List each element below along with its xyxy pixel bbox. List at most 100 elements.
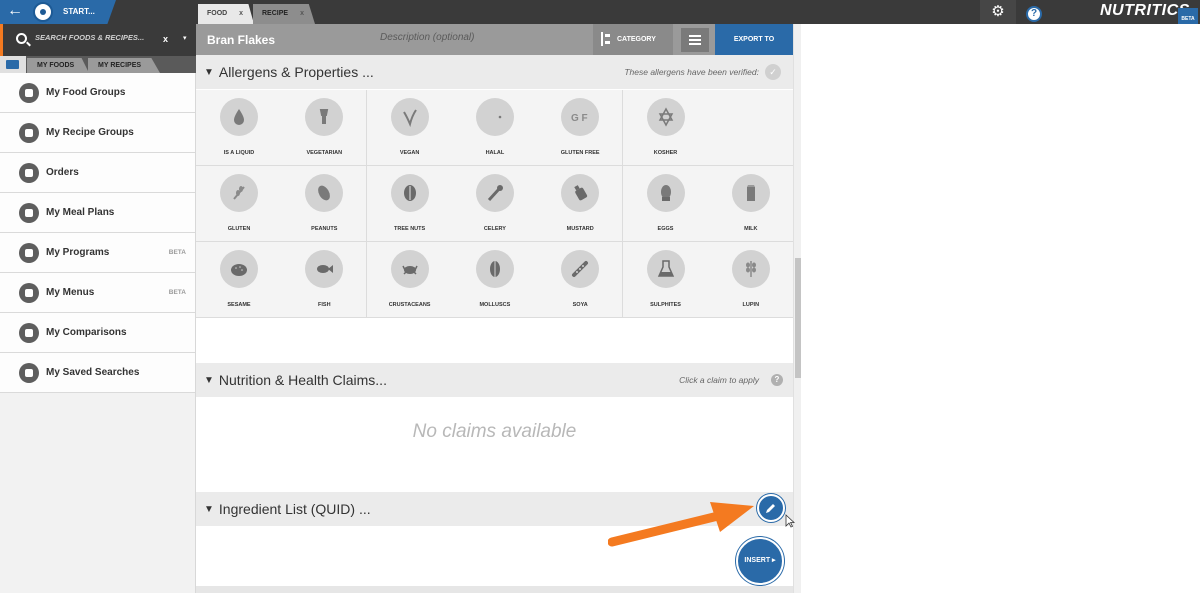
export-button[interactable]: EXPORT TO bbox=[715, 24, 793, 55]
edit-ingredients-button[interactable] bbox=[757, 494, 785, 522]
sidebar-item-my-food-groups[interactable]: My Food Groups bbox=[0, 73, 195, 113]
allergen-label: VEGAN bbox=[399, 150, 420, 156]
allergen-cell-fish[interactable]: FISH bbox=[281, 242, 368, 318]
start-label: START... bbox=[63, 7, 95, 16]
allergen-cell-peanuts[interactable]: PEANUTS bbox=[281, 166, 368, 242]
sidebar-item-my-meal-plans[interactable]: My Meal Plans bbox=[0, 193, 195, 233]
allergen-cell-gluten[interactable]: GLUTEN bbox=[196, 166, 282, 242]
settings-button[interactable]: ⚙ bbox=[980, 0, 1016, 24]
allergen-cell-lupin[interactable]: LUPIN bbox=[707, 242, 793, 318]
help-icon[interactable]: ? bbox=[771, 374, 783, 386]
arrow-left-icon: ← bbox=[7, 2, 23, 19]
sidebar-nav: My Food Groups My Recipe Groups Orders M… bbox=[0, 73, 195, 393]
allergen-cell-vegetarian[interactable]: VEGETARIAN bbox=[281, 90, 368, 166]
top-bar: ← START... FOOD x RECIPE x ⚙ ? NUTRITICS… bbox=[0, 0, 1200, 24]
main-scrollbar[interactable] bbox=[793, 24, 801, 593]
back-button[interactable]: ← bbox=[0, 0, 30, 24]
allergen-cell-kosher[interactable]: KOSHER bbox=[622, 90, 709, 166]
allergen-cell-sesame[interactable]: SESAME bbox=[196, 242, 282, 318]
category-label: CATEGORY bbox=[617, 36, 656, 43]
cutlery-icon bbox=[19, 283, 39, 303]
wheat-icon bbox=[220, 174, 258, 212]
sidebar-subtabs: MY FOODS MY RECIPES bbox=[0, 56, 196, 73]
help-button[interactable]: ? bbox=[1020, 3, 1048, 22]
allergen-cell-vegan[interactable]: VEGAN bbox=[366, 90, 453, 166]
allergen-cell-celery[interactable]: CELERY bbox=[451, 166, 538, 242]
hierarchy-icon bbox=[601, 32, 611, 46]
allergen-label: CRUSTACEANS bbox=[388, 302, 431, 308]
allergen-label: CELERY bbox=[483, 226, 506, 232]
blank-area bbox=[801, 24, 1200, 593]
chevron-down-icon[interactable]: ▾ bbox=[183, 34, 187, 42]
sidebar-item-my-recipe-groups[interactable]: My Recipe Groups bbox=[0, 113, 195, 153]
tab-food-close-icon[interactable]: x bbox=[239, 10, 243, 17]
search-clear-button[interactable]: x bbox=[163, 34, 168, 44]
allergen-label: SESAME bbox=[227, 302, 251, 308]
sidebar-item-my-saved-searches[interactable]: My Saved Searches bbox=[0, 353, 195, 393]
options-button[interactable] bbox=[681, 28, 709, 52]
sidebar-item-my-comparisons[interactable]: My Comparisons bbox=[0, 313, 195, 353]
sidebar-item-label: My Food Groups bbox=[46, 87, 126, 98]
food-name[interactable]: Bran Flakes bbox=[207, 33, 275, 47]
category-button[interactable]: CATEGORY bbox=[593, 24, 673, 55]
celery-icon bbox=[475, 174, 514, 212]
start-tab[interactable]: START... bbox=[30, 0, 116, 24]
sidebar: x ▾ MY FOODS MY RECIPES My Food Groups M… bbox=[0, 24, 196, 593]
tab-recipe[interactable]: RECIPE x bbox=[253, 4, 315, 24]
search-input[interactable] bbox=[35, 33, 155, 42]
allergen-cell-mustard[interactable]: MUSTARD bbox=[537, 166, 624, 242]
document-icon bbox=[19, 163, 39, 183]
allergen-label: GLUTEN FREE bbox=[560, 150, 600, 156]
allergen-label: LUPIN bbox=[742, 302, 760, 308]
allergens-header[interactable]: ▼ Allergens & Properties ... These allerg… bbox=[196, 55, 793, 89]
sulphites-icon bbox=[646, 250, 685, 288]
crab-icon bbox=[390, 250, 429, 288]
collapse-triangle-icon: ▼ bbox=[204, 67, 214, 78]
pencil-icon bbox=[766, 504, 775, 513]
allergen-cell-is-a-liquid[interactable]: IS A LIQUID bbox=[196, 90, 282, 166]
search-bar: x ▾ bbox=[0, 24, 196, 56]
gear-icon: ⚙ bbox=[991, 3, 1005, 20]
allergen-label: GLUTEN bbox=[227, 226, 251, 232]
mustard-icon bbox=[561, 174, 600, 212]
tab-food[interactable]: FOOD x bbox=[198, 4, 254, 24]
allergen-cell-crustaceans[interactable]: CRUSTACEANS bbox=[366, 242, 453, 318]
allergen-cell-empty bbox=[707, 90, 793, 166]
beta-badge: BETA bbox=[168, 249, 186, 256]
collapse-triangle-icon: ▼ bbox=[204, 375, 214, 386]
check-icon[interactable]: ✓ bbox=[765, 64, 781, 80]
peanut-icon bbox=[305, 174, 344, 212]
claims-header[interactable]: ▼ Nutrition & Health Claims... Click a cl… bbox=[196, 363, 793, 397]
allergen-cell-eggs[interactable]: EGGS bbox=[622, 166, 709, 242]
mollusc-icon bbox=[475, 250, 514, 288]
allergen-cell-soya[interactable]: SOYA bbox=[537, 242, 624, 318]
scales-icon bbox=[19, 323, 39, 343]
gluten-free-icon: G F bbox=[561, 98, 600, 136]
sidebar-item-my-menus[interactable]: My Menus BETA bbox=[0, 273, 195, 313]
tab-my-foods[interactable]: MY FOODS bbox=[27, 58, 89, 73]
mouse-cursor-icon bbox=[785, 514, 795, 528]
tab-food-label: FOOD bbox=[207, 10, 228, 17]
allergen-cell-molluscs[interactable]: MOLLUSCS bbox=[451, 242, 538, 318]
allergen-cell-sulphites[interactable]: SULPHITES bbox=[622, 242, 709, 318]
meal-plan-icon bbox=[19, 203, 39, 223]
program-icon bbox=[19, 243, 39, 263]
tab-recipe-close-icon[interactable]: x bbox=[300, 10, 304, 17]
folder-tab[interactable] bbox=[0, 56, 26, 73]
tab-my-recipes[interactable]: MY RECIPES bbox=[88, 58, 160, 73]
allergen-cell-halal[interactable]: HALAL bbox=[451, 90, 538, 166]
sidebar-item-my-programs[interactable]: My Programs BETA bbox=[0, 233, 195, 273]
sidebar-item-orders[interactable]: Orders bbox=[0, 153, 195, 193]
help-icon: ? bbox=[1026, 6, 1042, 22]
sidebar-item-label: My Menus bbox=[46, 287, 95, 298]
sidebar-item-label: Orders bbox=[46, 167, 79, 178]
ingredients-title: ▼ Ingredient List (QUID) ... bbox=[204, 501, 371, 517]
allergen-cell-gluten-free[interactable]: G F GLUTEN FREE bbox=[537, 90, 624, 166]
sidebar-item-label: My Saved Searches bbox=[46, 367, 140, 378]
description-input[interactable] bbox=[380, 32, 580, 43]
sidebar-item-label: My Meal Plans bbox=[46, 207, 115, 218]
allergen-cell-tree-nuts[interactable]: TREE NUTS bbox=[366, 166, 453, 242]
tab-recipe-label: RECIPE bbox=[262, 10, 289, 17]
allergen-cell-milk[interactable]: MILK bbox=[707, 166, 793, 242]
vegetarian-icon bbox=[305, 98, 344, 136]
